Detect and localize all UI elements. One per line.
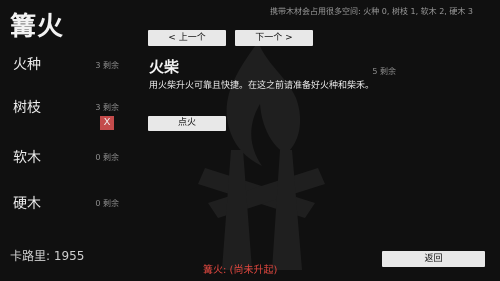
remove-button[interactable]: X <box>100 116 114 130</box>
material-count-twigs: 3 剩余 <box>95 103 119 112</box>
material-name-hardwood: 硬木 <box>13 196 41 212</box>
item-description: 用火柴升火可靠且快捷。在这之前请准备好火种和柴禾。 <box>149 81 375 91</box>
material-name-twigs: 树枝 <box>13 100 41 116</box>
back-button[interactable]: 返回 <box>382 251 485 267</box>
next-button[interactable]: 下一个 > <box>235 30 313 46</box>
calories-label: 卡路里: 1955 <box>10 249 85 263</box>
item-title: 火柴 <box>149 58 180 76</box>
light-fire-button[interactable]: 点火 <box>148 116 226 131</box>
page-title: 篝火 <box>10 12 65 42</box>
prev-button[interactable]: < 上一个 <box>148 30 226 46</box>
item-count: 5 剩余 <box>372 67 396 76</box>
material-name-tinder: 火种 <box>13 57 41 73</box>
material-count-hardwood: 0 剩余 <box>95 199 119 208</box>
material-count-softwood: 0 剩余 <box>95 153 119 162</box>
fire-status: 篝火: (尚未升起) <box>203 265 278 276</box>
material-name-softwood: 软木 <box>13 150 41 166</box>
storage-info: 携带木材会占用很多空间: 火种 0, 树枝 1, 软木 2, 硬木 3 <box>270 7 474 16</box>
material-count-tinder: 3 剩余 <box>95 61 119 70</box>
